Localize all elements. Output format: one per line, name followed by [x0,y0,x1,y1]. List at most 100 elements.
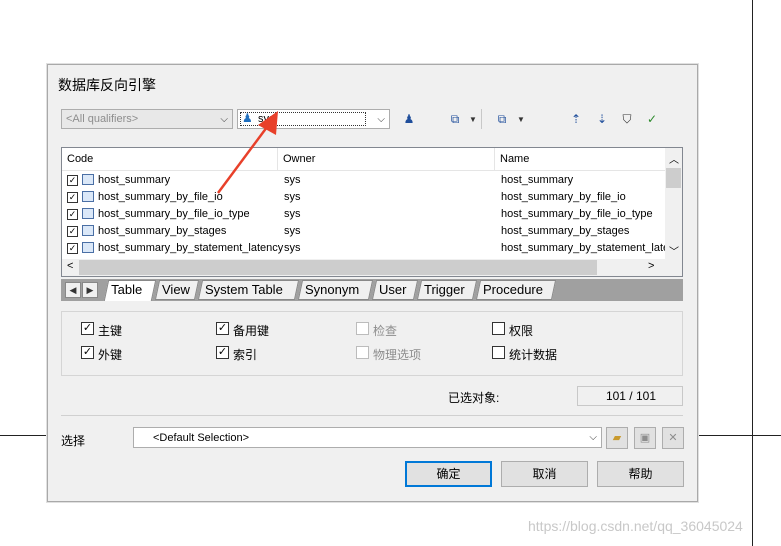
horizontal-scroll-thumb[interactable] [79,260,597,275]
column-header-name[interactable]: Name [495,148,667,170]
selected-objects-label: 已选对象: [448,391,500,405]
checkbox-box[interactable] [492,322,505,335]
checkbox-label: 检查 [373,324,398,338]
toolbar-separator [481,109,482,129]
move-down-icon[interactable]: ⇣ [594,111,610,127]
checkbox-box[interactable]: ✓ [81,346,94,359]
filter-check-icon[interactable]: ✓ [644,111,660,127]
row-name: host_summary_by_file_io_type [501,208,653,220]
row-checkbox[interactable]: ✓ [67,175,78,186]
checkbox-box[interactable]: ✓ [81,322,94,335]
scroll-down-icon[interactable]: ﹀ [669,243,679,258]
tab-prev-icon[interactable]: ◀ [65,282,81,298]
tab-procedure-label: Procedure [483,282,543,297]
checkbox-box[interactable]: ✓ [216,322,229,335]
horizontal-scrollbar[interactable]: < > [62,259,682,276]
vertical-scroll-thumb[interactable] [666,168,681,188]
arrow-shaft [216,122,272,194]
checkbox-label: 外键 [98,348,123,362]
checkbox-box[interactable] [492,346,505,359]
row-name: host_summary_by_statement_later [501,242,673,254]
vertical-scrollbar[interactable]: ︿ ﹀ [665,148,682,261]
ok-button[interactable]: 确定 [405,461,492,487]
row-checkbox[interactable]: ✓ [67,209,78,220]
separator [61,415,683,416]
checkbox-box[interactable] [356,346,369,359]
tab-view-label: View [162,282,190,297]
arrow-head [258,111,278,135]
tab-system-table[interactable]: System Table [197,280,300,300]
checkbox-label: 权限 [509,324,534,338]
table-row[interactable]: ✓ host_summary_by_statement_latency sys … [62,240,673,257]
selected-objects-count: 101 / 101 [577,386,683,406]
row-name: host_summary [501,174,574,186]
background-vertical-line [752,0,753,546]
delete-selection-button[interactable]: ✕ [662,427,684,449]
table-row[interactable]: ✓ host_summary_by_file_io sys host_summa… [62,189,662,206]
object-list-grid[interactable]: Code Owner Name ✓ host_summary sys host_… [61,147,683,277]
background-horizontal-line-left [0,435,47,436]
save-selection-button[interactable]: ▣ [634,427,656,449]
owner-select-icon[interactable]: ♟ [401,111,417,127]
save-icon: ▣ [639,432,651,444]
deselect-all-icon[interactable]: ⧉ [494,111,510,127]
column-header-owner[interactable]: Owner [278,148,495,170]
select-all-icon[interactable]: ⧉ [447,111,463,127]
table-icon [82,208,94,219]
deselect-all-dropdown-icon[interactable]: ▼ [516,111,526,127]
table-icon [82,225,94,236]
scroll-left-icon[interactable]: < [67,260,73,272]
tab-synonym-label: Synonym [305,282,360,297]
tab-trigger-label: Trigger [424,282,465,297]
selection-combo[interactable]: <Default Selection> ⌵ [133,427,602,448]
chevron-down-icon: ⌵ [377,114,385,125]
row-name: host_summary_by_stages [501,225,630,237]
table-icon [82,174,94,185]
tab-table[interactable]: Table [103,280,157,301]
table-icon [82,191,94,202]
header-divider [62,170,667,171]
qualifier-combo[interactable]: <All qualifiers> ⌵ [61,109,233,129]
tab-user[interactable]: User [371,280,419,300]
row-code: host_summary_by_stages [98,225,227,237]
row-checkbox[interactable]: ✓ [67,192,78,203]
row-owner: sys [284,208,301,220]
tab-procedure[interactable]: Procedure [475,280,557,300]
help-button[interactable]: 帮助 [597,461,684,487]
row-code: host_summary_by_file_io [98,191,223,203]
checkbox-box[interactable] [356,322,369,335]
scroll-right-icon[interactable]: > [648,260,654,272]
select-all-dropdown-icon[interactable]: ▼ [468,111,478,127]
row-checkbox[interactable]: ✓ [67,226,78,237]
tab-user-label: User [379,282,407,297]
tab-next-icon[interactable]: ▶ [82,282,98,298]
scroll-up-icon[interactable]: ︿ [669,151,679,166]
checkbox-box[interactable]: ✓ [216,346,229,359]
filter-icon[interactable]: ⛉ [619,111,635,127]
selection-combo-value: <Default Selection> [153,432,250,444]
checkbox-label: 物理选项 [373,348,422,362]
checkbox-label: 备用键 [233,324,270,338]
checkbox-label: 主键 [98,324,123,338]
tab-synonym[interactable]: Synonym [297,280,374,300]
checkbox-label: 统计数据 [509,348,558,362]
options-groupbox [61,311,683,376]
row-code: host_summary_by_statement_latency [98,242,284,254]
move-up-icon[interactable]: ⇡ [568,111,584,127]
tab-system-table-label: System Table [205,282,283,297]
table-row[interactable]: ✓ host_summary sys host_summary [62,172,662,189]
table-row[interactable]: ✓ host_summary_by_file_io_type sys host_… [62,206,662,223]
table-icon [82,242,94,253]
row-owner: sys [284,225,301,237]
tab-view[interactable]: View [154,280,200,300]
row-checkbox[interactable]: ✓ [67,243,78,254]
tab-trigger[interactable]: Trigger [416,280,478,300]
dialog-title: 数据库反向引擎 [58,77,156,93]
cancel-button[interactable]: 取消 [501,461,588,487]
chevron-down-icon: ⌵ [589,432,597,443]
reverse-engineering-dialog: 数据库反向引擎 <All qualifiers> ⌵ ♟ sys ⌵ ♟ ⧉ ▼… [47,64,698,502]
background-horizontal-line-right [697,435,781,436]
open-folder-button[interactable]: ▰ [606,427,628,449]
table-row[interactable]: ✓ host_summary_by_stages sys host_summar… [62,223,662,240]
folder-icon: ▰ [612,432,622,444]
